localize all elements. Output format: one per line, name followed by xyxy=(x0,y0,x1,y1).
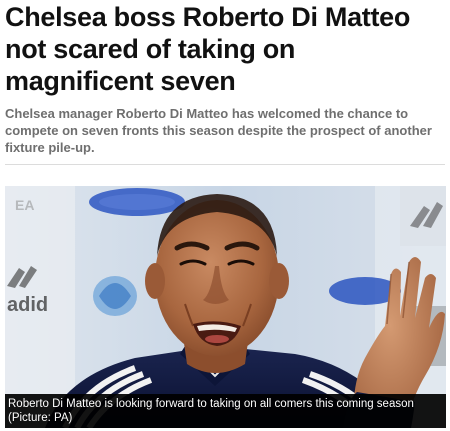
article-photo[interactable]: adid EA Roberto Di Matteo is looking for… xyxy=(5,186,446,428)
divider xyxy=(5,164,445,165)
adidas-logo-text-left: adid xyxy=(7,294,48,316)
article-page: Chelsea boss Roberto Di Matteo not scare… xyxy=(0,0,450,431)
article-headline: Chelsea boss Roberto Di Matteo not scare… xyxy=(5,2,411,96)
svg-text:EA: EA xyxy=(15,197,34,213)
photo-caption: Roberto Di Matteo is looking forward to … xyxy=(5,394,446,428)
press-conference-photo: adid EA xyxy=(5,186,446,428)
article-standfirst: Chelsea manager Roberto Di Matteo has we… xyxy=(5,106,432,155)
